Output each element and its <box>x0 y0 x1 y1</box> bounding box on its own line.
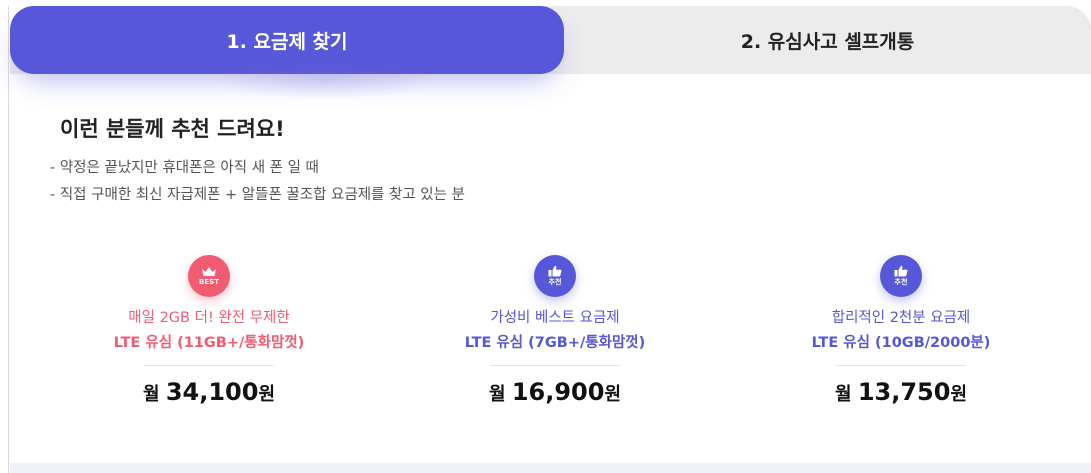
price-amount: 16,900 <box>511 378 605 406</box>
plan-description: 가성비 베스트 요금제 <box>490 310 620 326</box>
step-tabs: 2. 유심사고 셀프개통 1. 요금제 찾기 <box>10 6 1091 76</box>
price-amount: 34,100 <box>165 378 259 406</box>
price-unit: 원 <box>258 384 276 405</box>
plan-price: 월 13,750원 <box>776 378 1026 406</box>
price-prefix: 월 <box>142 384 160 405</box>
recommend-item: 직접 구매한 최신 자급제폰 + 알뜰폰 꿀조합 요금제를 찾고 있는 분 <box>50 182 465 209</box>
price-unit: 원 <box>950 384 968 405</box>
section-bottom-strip <box>10 463 1091 473</box>
price-prefix: 월 <box>488 384 506 405</box>
thumbs-up-icon <box>894 265 908 277</box>
plan-price: 월 34,100원 <box>84 378 334 406</box>
recommend-badge: 추천 <box>534 255 576 297</box>
recommend-item: 약정은 끝났지만 휴대폰은 아직 새 폰 일 때 <box>50 155 465 182</box>
badge-label: BEST <box>199 277 219 286</box>
plan-name: LTE 유심 (11GB+/통화맘껏) <box>113 335 305 351</box>
plan-list: BEST 매일 2GB 더! 완전 무제한 LTE 유심 (11GB+/통화맘껏… <box>0 255 1091 425</box>
tab-self-activation[interactable]: 2. 유심사고 셀프개통 <box>564 6 1091 74</box>
tab-shadow-glow <box>210 60 440 100</box>
plan-name: LTE 유심 (7GB+/통화맘껏) <box>464 335 646 351</box>
crown-icon <box>202 266 216 276</box>
plan-divider <box>836 365 966 366</box>
recommend-badge: 추천 <box>880 255 922 297</box>
plan-description: 합리적인 2천분 요금제 <box>831 310 971 326</box>
price-prefix: 월 <box>834 384 852 405</box>
plan-description: 매일 2GB 더! 완전 무제한 <box>128 310 290 326</box>
thumbs-up-icon <box>548 265 562 277</box>
badge-label: 추천 <box>894 278 908 286</box>
plan-card-best[interactable]: BEST 매일 2GB 더! 완전 무제한 LTE 유심 (11GB+/통화맘껏… <box>84 255 334 406</box>
badge-label: 추천 <box>548 278 562 286</box>
plan-card-reasonable[interactable]: 추천 합리적인 2천분 요금제 LTE 유심 (10GB/2000분) 월 13… <box>776 255 1026 406</box>
recommend-headline: 이런 분들께 추천 드려요! <box>60 117 285 141</box>
plan-price: 월 16,900원 <box>430 378 680 406</box>
price-unit: 원 <box>604 384 622 405</box>
plan-card-value[interactable]: 추천 가성비 베스트 요금제 LTE 유심 (7GB+/통화맘껏) 월 16,9… <box>430 255 680 406</box>
plan-divider <box>144 365 274 366</box>
plan-name: LTE 유심 (10GB/2000분) <box>811 335 991 351</box>
plan-divider <box>490 365 620 366</box>
best-badge: BEST <box>188 255 230 297</box>
recommend-list: 약정은 끝났지만 휴대폰은 아직 새 폰 일 때 직접 구매한 최신 자급제폰 … <box>50 155 465 209</box>
price-amount: 13,750 <box>857 378 951 406</box>
